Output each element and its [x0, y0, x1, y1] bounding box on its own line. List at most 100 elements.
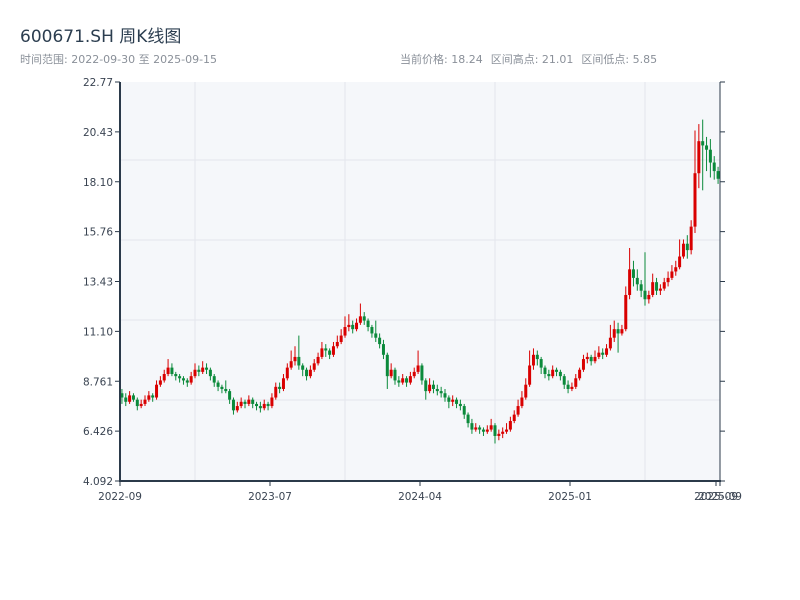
candle-body	[328, 350, 332, 355]
candle-body	[320, 348, 324, 357]
candle-body	[497, 433, 501, 436]
candle-body	[347, 324, 351, 328]
candle-body	[385, 354, 389, 377]
candle-body	[412, 371, 416, 377]
candle-body	[389, 369, 393, 377]
candle-body	[289, 361, 293, 368]
candle-body	[424, 380, 428, 392]
candle-body	[401, 378, 405, 383]
candle-body	[678, 256, 682, 268]
candle-body	[224, 388, 228, 392]
candle-body	[312, 363, 316, 370]
candle-body	[558, 371, 562, 377]
candle-body	[255, 403, 259, 407]
candle-body	[235, 406, 239, 411]
candle-body	[470, 423, 474, 430]
candle-body	[212, 376, 216, 383]
y-tick-label: 15.76	[83, 227, 113, 239]
y-tick-label: 6.426	[83, 426, 113, 438]
x-tick-label: 2025-01	[548, 491, 592, 503]
candle-body	[570, 386, 574, 389]
candle-body	[489, 425, 493, 430]
candle-body	[189, 376, 193, 383]
candle-body	[324, 348, 328, 351]
y-tick-label: 11.10	[83, 326, 113, 338]
candle-body	[316, 356, 320, 364]
candle-body	[620, 329, 624, 334]
candle-body	[143, 399, 147, 404]
candle-body	[605, 348, 609, 355]
candle-body	[562, 376, 566, 385]
candle-body	[428, 384, 432, 392]
candle-body	[305, 369, 309, 377]
candle-body	[566, 384, 570, 389]
candle-body	[635, 277, 639, 285]
candle-body	[358, 316, 362, 323]
candle-body	[181, 378, 185, 381]
candle-body	[616, 329, 620, 334]
candle-body	[197, 369, 201, 372]
candle-body	[170, 367, 174, 375]
candle-body	[216, 382, 220, 387]
candle-body	[274, 386, 278, 398]
candle-body	[466, 414, 470, 424]
candle-body	[151, 395, 155, 398]
candle-body	[708, 149, 712, 163]
candle-body	[431, 384, 435, 389]
candle-body	[674, 267, 678, 272]
candle-body	[243, 401, 247, 404]
candle-body	[524, 384, 528, 398]
candle-body	[705, 145, 709, 150]
candle-body	[174, 374, 178, 377]
candle-body	[366, 320, 370, 328]
candle-body	[697, 141, 701, 174]
y-tick-label: 8.761	[83, 376, 113, 388]
candle-body	[393, 369, 397, 381]
candle-body	[593, 356, 597, 362]
candle-body	[485, 429, 489, 432]
candle-body	[231, 399, 235, 411]
candle-body	[520, 397, 524, 407]
candle-body	[543, 367, 547, 375]
candle-body	[420, 365, 424, 381]
x-tick-label: 2023-07	[248, 491, 292, 503]
candle-body	[351, 324, 355, 330]
candle-body	[501, 431, 505, 434]
candle-body	[589, 356, 593, 362]
candle-body	[478, 427, 482, 430]
candle-body	[343, 327, 347, 336]
candle-body	[535, 354, 539, 360]
candle-body	[297, 356, 301, 366]
y-tick-label: 18.10	[83, 177, 113, 189]
candle-body	[447, 397, 451, 402]
candle-body	[162, 374, 166, 381]
candle-body	[574, 378, 578, 387]
candle-body	[370, 327, 374, 334]
candle-body	[205, 367, 209, 370]
x-tick-label: 2025-09	[698, 491, 742, 503]
candle-body	[528, 365, 532, 385]
candle-body	[201, 367, 205, 372]
candle-body	[258, 406, 262, 409]
candlestick-chart: 4.092 6.426 8.761 11.10 13.43 15.76 18.10 20.43…	[83, 77, 742, 503]
candle-body	[443, 393, 447, 398]
candle-body	[712, 162, 716, 172]
y-tick-label: 22.77	[83, 77, 113, 89]
candle-body	[601, 352, 605, 355]
candle-body	[585, 356, 589, 360]
candle-body	[416, 365, 420, 372]
candle-body	[516, 406, 520, 415]
candle-body	[539, 359, 543, 368]
candle-body	[362, 316, 366, 321]
candle-body	[435, 388, 439, 392]
candle-body	[666, 277, 670, 283]
candle-body	[208, 369, 212, 377]
candle-body	[662, 282, 666, 289]
candle-body	[378, 337, 382, 345]
candle-body	[555, 369, 559, 372]
candle-body	[655, 282, 659, 291]
candle-body	[462, 406, 466, 415]
candle-body	[178, 376, 182, 379]
candle-body	[551, 369, 555, 377]
candle-body	[339, 335, 343, 342]
